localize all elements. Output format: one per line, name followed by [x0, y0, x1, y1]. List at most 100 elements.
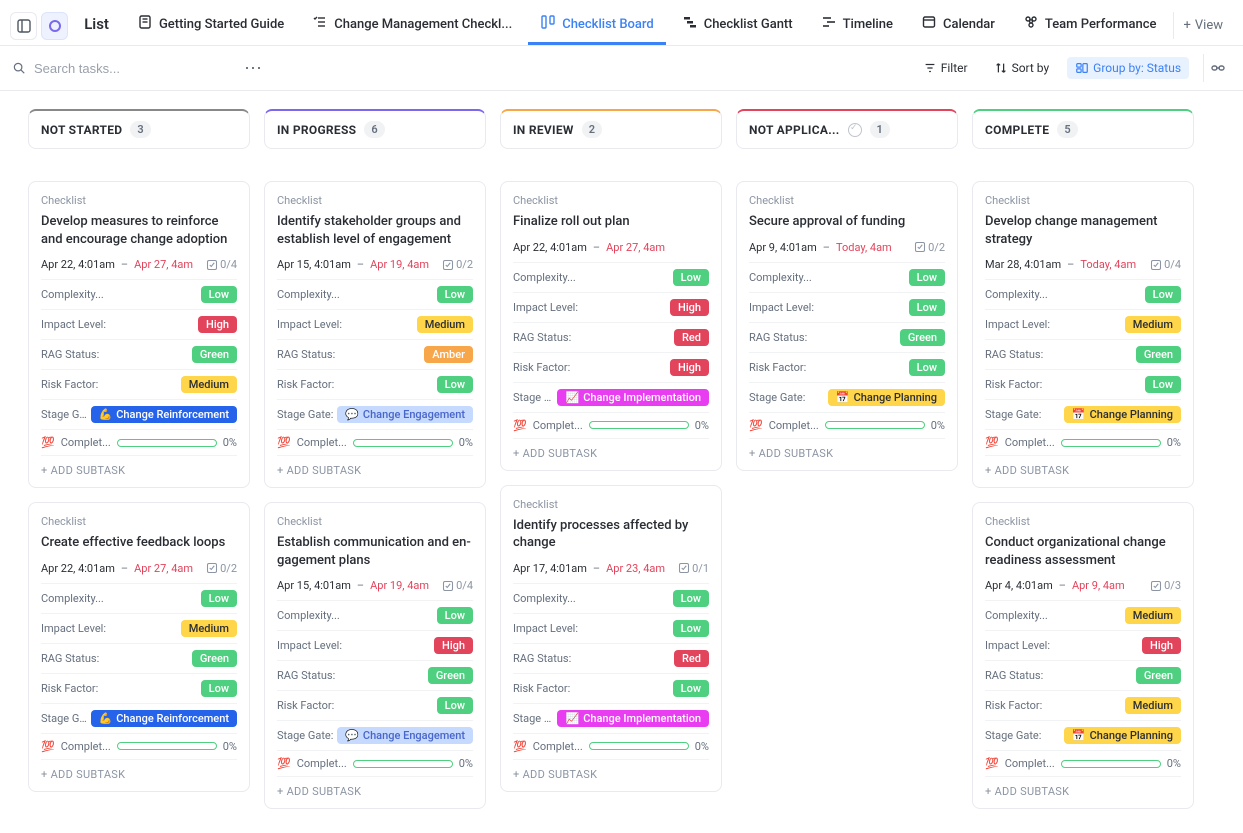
column-header[interactable]: NOT STARTED 3 [28, 109, 250, 149]
add-subtask-button[interactable]: + ADD SUBTASK [277, 776, 473, 802]
task-card[interactable]: Checklist Secure approval of funding Apr… [736, 181, 958, 471]
tab-gantt[interactable]: Checklist Gantt [670, 6, 805, 45]
stage-pill[interactable]: 💪 Change Reinforcement [91, 710, 237, 727]
add-subtask-button[interactable]: + ADD SUBTASK [41, 455, 237, 481]
collapse-sidebar-button[interactable] [10, 12, 37, 40]
stage-pill[interactable]: 💬 Change Engagement [337, 727, 473, 744]
add-subtask-button[interactable]: + ADD SUBTASK [985, 455, 1181, 481]
stage-label: Change Implementation [583, 712, 701, 725]
sort-button[interactable]: Sort by [986, 57, 1058, 79]
impact-pill[interactable]: High [1142, 637, 1181, 654]
rag-pill[interactable]: Green [900, 329, 945, 346]
filter-button[interactable]: Filter [915, 57, 976, 79]
task-card[interactable]: Checklist Finalize roll out plan Apr 22,… [500, 181, 722, 471]
field-label: RAG Status: [277, 348, 335, 361]
settings-button[interactable] [1203, 54, 1231, 82]
tab-board[interactable]: Checklist Board [528, 6, 666, 45]
rag-pill[interactable]: Green [1136, 346, 1181, 363]
start-date: Apr 22, 4:01am [41, 562, 115, 575]
column: IN PROGRESS 6 Checklist Identify stakeho… [264, 109, 486, 823]
complexity-pill[interactable]: Low [673, 269, 709, 286]
risk-pill[interactable]: Low [201, 680, 237, 697]
rag-pill[interactable]: Green [192, 346, 237, 363]
task-card[interactable]: Checklist Develop change management stra… [972, 181, 1194, 488]
list-status-icon[interactable] [41, 12, 68, 40]
tab-team[interactable]: Team Performance [1011, 6, 1169, 45]
stage-pill[interactable]: 📅 Change Planning [828, 389, 945, 406]
task-card[interactable]: Checklist Create effective feedback loop… [28, 502, 250, 792]
risk-pill[interactable]: Medium [1125, 697, 1181, 714]
impact-pill[interactable]: Low [909, 299, 945, 316]
add-subtask-button[interactable]: + ADD SUBTASK [749, 438, 945, 464]
task-card[interactable]: Checklist Develop measures to reinforce … [28, 181, 250, 488]
stage-pill[interactable]: 📅 Change Planning [1064, 406, 1181, 423]
add-view-button[interactable]: + View [1173, 12, 1234, 39]
risk-pill[interactable]: Low [437, 376, 473, 393]
rag-pill[interactable]: Green [192, 650, 237, 667]
field-label: Risk Factor: [277, 699, 334, 712]
complexity-pill[interactable]: Low [673, 590, 709, 607]
card-dates: Apr 15, 4:01am – Apr 19, 4am 0/4 [277, 579, 473, 592]
complexity-pill[interactable]: Low [437, 286, 473, 303]
column-header[interactable]: IN PROGRESS 6 [264, 109, 486, 149]
stage-pill[interactable]: 📅 Change Planning [1064, 727, 1181, 744]
tab-timeline[interactable]: Timeline [809, 6, 905, 45]
tab-doc[interactable]: Getting Started Guide [125, 6, 296, 45]
add-subtask-button[interactable]: + ADD SUBTASK [277, 455, 473, 481]
stage-emoji-icon: 💬 [345, 729, 359, 742]
stage-label: Change Implementation [583, 391, 701, 404]
stage-label: Change Reinforcement [116, 408, 229, 421]
column-header[interactable]: COMPLETE 5 [972, 109, 1194, 149]
rag-pill[interactable]: Green [1136, 667, 1181, 684]
task-card[interactable]: Checklist Identify stakeholder groups an… [264, 181, 486, 488]
impact-pill[interactable]: Medium [1125, 316, 1181, 333]
field-label: Complet... [61, 740, 111, 753]
field-label: Impact Level: [41, 622, 106, 635]
add-subtask-button[interactable]: + ADD SUBTASK [985, 776, 1181, 802]
search-input[interactable] [32, 60, 232, 77]
rag-pill[interactable]: Red [674, 329, 709, 346]
complexity-pill[interactable]: Low [909, 269, 945, 286]
top-tabs: List Getting Started Guide Change Manage… [0, 0, 1243, 46]
field-completion: 💯 Complet... 0% [41, 429, 237, 455]
stage-pill[interactable]: 💬 Change Engagement [337, 406, 473, 423]
more-icon[interactable]: ⋯ [238, 58, 269, 79]
risk-pill[interactable]: Low [437, 697, 473, 714]
impact-pill[interactable]: Medium [417, 316, 473, 333]
card-dates: Apr 17, 4:01am – Apr 23, 4am 0/1 [513, 562, 709, 575]
stage-pill[interactable]: 💪 Change Reinforcement [91, 406, 237, 423]
complexity-pill[interactable]: Low [1145, 286, 1181, 303]
risk-pill[interactable]: Low [673, 680, 709, 697]
risk-pill[interactable]: Medium [181, 376, 237, 393]
task-card[interactable]: Checklist Identify processes affected by… [500, 485, 722, 792]
rag-pill[interactable]: Amber [424, 346, 473, 363]
risk-pill[interactable]: Low [1145, 376, 1181, 393]
task-card[interactable]: Checklist Establish communication and en… [264, 502, 486, 809]
stage-pill[interactable]: 📈 Change Implementation [557, 710, 709, 727]
task-card[interactable]: Checklist Conduct organizational change … [972, 502, 1194, 809]
risk-pill[interactable]: High [670, 359, 709, 376]
column-header[interactable]: NOT APPLICA... 1 [736, 109, 958, 149]
complexity-pill[interactable]: Medium [1125, 607, 1181, 624]
impact-pill[interactable]: High [670, 299, 709, 316]
dash: – [357, 579, 364, 592]
complexity-pill[interactable]: Low [201, 286, 237, 303]
complexity-pill[interactable]: Low [437, 607, 473, 624]
add-subtask-button[interactable]: + ADD SUBTASK [513, 438, 709, 464]
complexity-pill[interactable]: Low [201, 590, 237, 607]
rag-pill[interactable]: Green [428, 667, 473, 684]
impact-pill[interactable]: Medium [181, 620, 237, 637]
tab-calendar[interactable]: Calendar [909, 6, 1007, 45]
impact-pill[interactable]: Low [673, 620, 709, 637]
group-icon [1075, 61, 1089, 75]
column-header[interactable]: IN REVIEW 2 [500, 109, 722, 149]
group-button[interactable]: Group by: Status [1067, 57, 1189, 79]
impact-pill[interactable]: High [198, 316, 237, 333]
rag-pill[interactable]: Red [674, 650, 709, 667]
impact-pill[interactable]: High [434, 637, 473, 654]
add-subtask-button[interactable]: + ADD SUBTASK [513, 759, 709, 785]
add-subtask-button[interactable]: + ADD SUBTASK [41, 759, 237, 785]
stage-pill[interactable]: 📈 Change Implementation [557, 389, 709, 406]
tab-checklist[interactable]: Change Management Checkl... [300, 6, 524, 45]
risk-pill[interactable]: Low [909, 359, 945, 376]
